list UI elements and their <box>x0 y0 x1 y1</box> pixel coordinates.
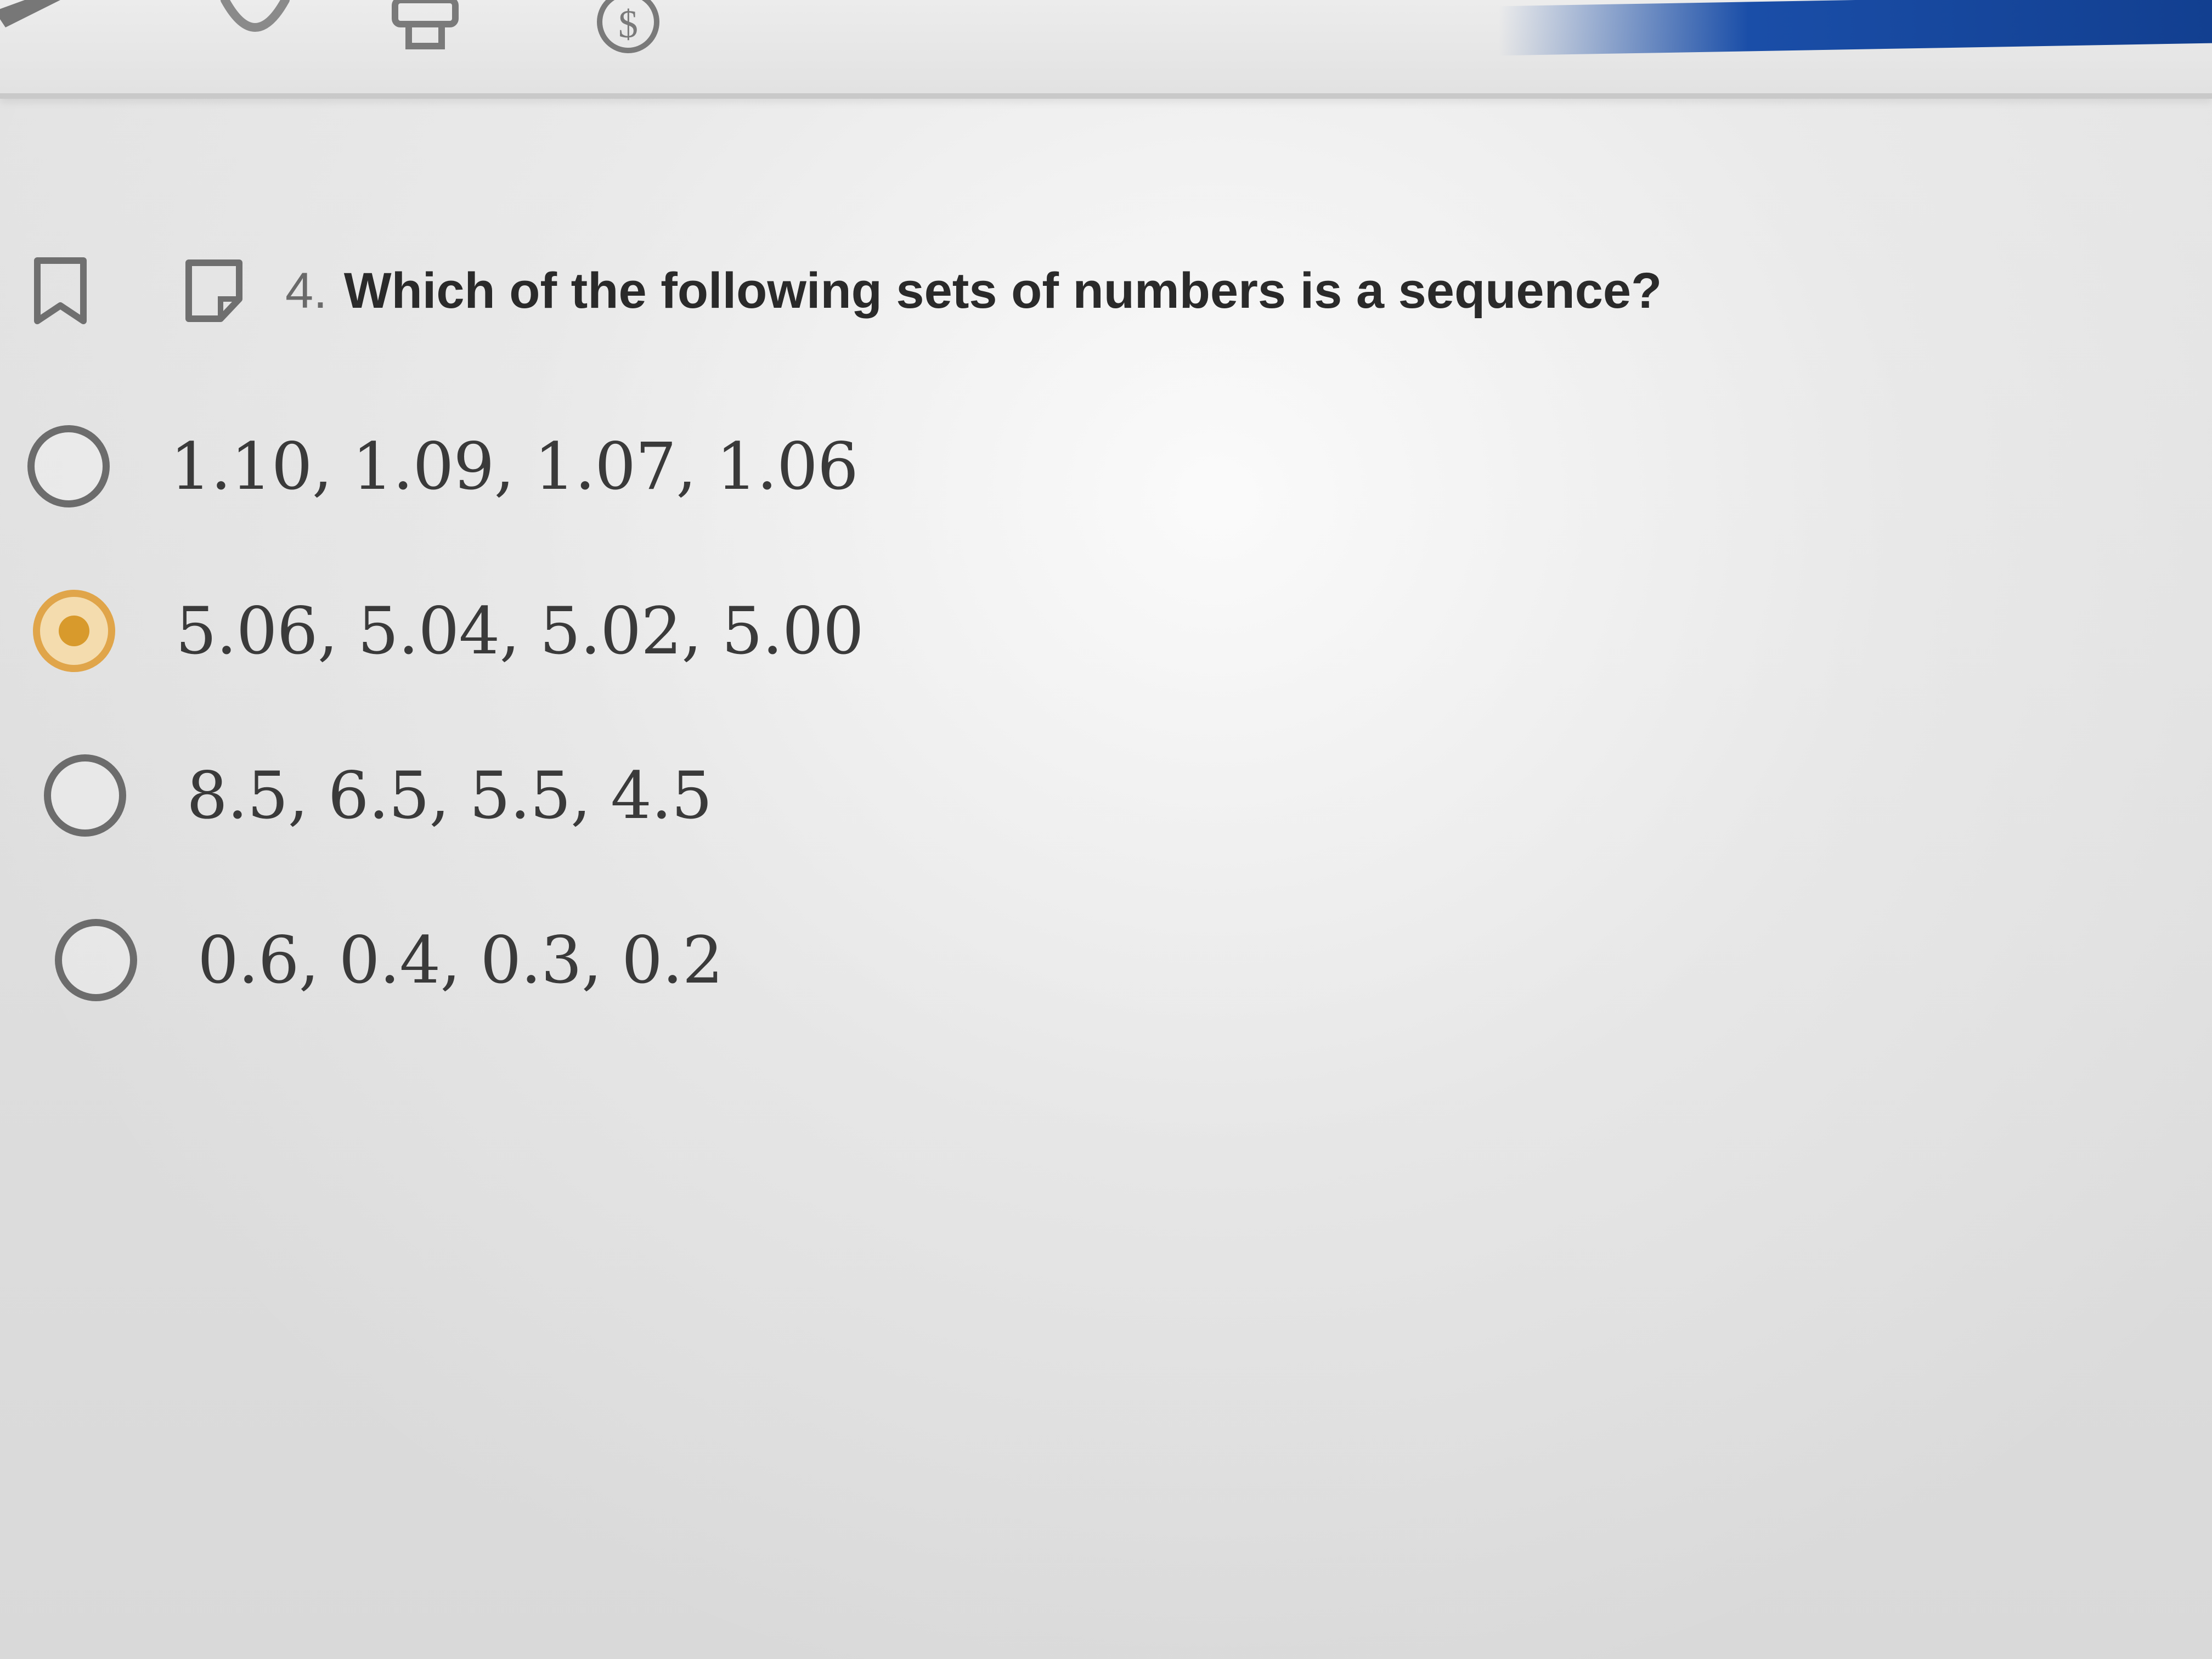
answer-option-2[interactable]: 5.06, 5.04, 5.02, 5.00 <box>27 549 1234 713</box>
printer-icon[interactable] <box>379 0 472 55</box>
question-number: 4. <box>285 262 328 319</box>
eraser-icon[interactable] <box>208 0 302 55</box>
radio-button-selected[interactable] <box>33 590 115 672</box>
note-icon[interactable] <box>181 255 247 326</box>
question-row: 4. Which of the following sets of number… <box>27 236 1662 346</box>
svg-text:$: $ <box>618 2 638 46</box>
accent-strip <box>1499 0 2212 56</box>
dollar-icon[interactable]: $ <box>582 0 675 55</box>
radio-button[interactable] <box>27 425 110 507</box>
answer-option-3[interactable]: 8.5, 6.5, 5.5, 4.5 <box>27 713 1234 878</box>
option-label: 5.06, 5.04, 5.02, 5.00 <box>176 593 864 669</box>
bookmark-icon[interactable] <box>27 255 93 326</box>
pencil-icon[interactable] <box>0 0 71 55</box>
answer-option-4[interactable]: 0.6, 0.4, 0.3, 0.2 <box>27 878 1234 1042</box>
screen: $ 4. Which of the following sets of numb… <box>0 0 2212 1659</box>
option-label: 8.5, 6.5, 5.5, 4.5 <box>187 758 713 833</box>
answer-option-1[interactable]: 1.10, 1.09, 1.07, 1.06 <box>27 384 1234 549</box>
question-text: Which of the following sets of numbers i… <box>343 262 1662 319</box>
radio-button[interactable] <box>55 919 137 1001</box>
answer-options: 1.10, 1.09, 1.07, 1.06 5.06, 5.04, 5.02,… <box>27 384 1234 1042</box>
radio-button[interactable] <box>44 754 126 837</box>
top-toolbar: $ <box>0 0 2212 99</box>
option-label: 0.6, 0.4, 0.3, 0.2 <box>198 922 724 998</box>
option-label: 1.10, 1.09, 1.07, 1.06 <box>170 428 859 504</box>
